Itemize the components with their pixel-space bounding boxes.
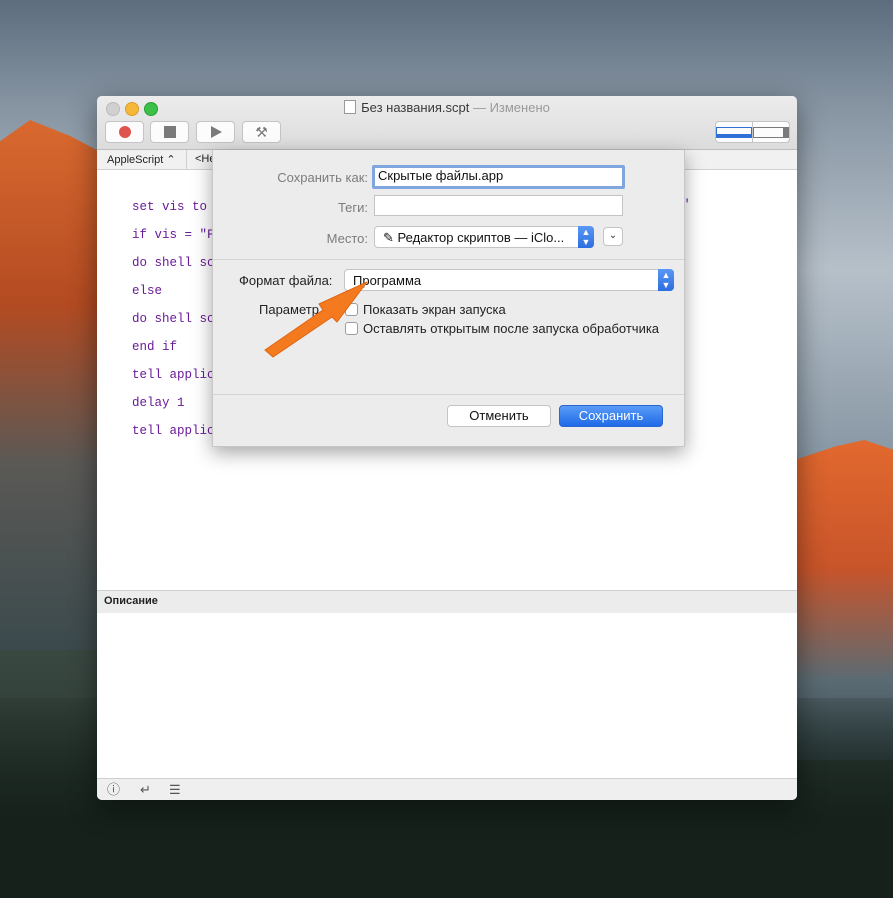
cancel-button[interactable]: Отменить bbox=[447, 405, 551, 427]
window-title: Без названия.scpt — Изменено bbox=[97, 100, 797, 115]
return-icon[interactable]: ↵ bbox=[140, 782, 151, 797]
stop-button[interactable] bbox=[150, 121, 189, 143]
view-toggle-segment bbox=[715, 121, 790, 143]
code-line-8: delay 1 bbox=[132, 396, 185, 410]
show-side-pane-button[interactable] bbox=[752, 122, 789, 142]
tags-field[interactable] bbox=[374, 195, 623, 216]
tags-label: Теги: bbox=[337, 200, 368, 215]
sheet-divider-top bbox=[213, 259, 684, 260]
bottom-bar: ⓘ ↵ ☰ bbox=[97, 778, 797, 800]
stop-icon bbox=[163, 126, 176, 138]
titlebar: Без названия.scpt — Изменено ⚒ bbox=[97, 96, 797, 150]
location-label: Место: bbox=[326, 231, 368, 246]
window-title-status: — Изменено bbox=[472, 100, 550, 115]
code-line-2: if vis = "F bbox=[132, 228, 215, 242]
chevron-updown-icon: ⌃ bbox=[166, 154, 176, 166]
annotation-arrow-shape bbox=[264, 281, 368, 358]
compile-button[interactable]: ⚒ bbox=[242, 121, 281, 143]
annotation-arrow bbox=[264, 281, 368, 358]
document-icon bbox=[344, 100, 357, 114]
show-startup-screen-label: Показать экран запуска bbox=[363, 302, 506, 317]
chevron-down-icon: ⌄ bbox=[608, 230, 618, 241]
location-value: Редактор скриптов — iClo... bbox=[397, 230, 565, 245]
save-button[interactable]: Сохранить bbox=[559, 405, 663, 427]
window-title-text: Без названия.scpt bbox=[361, 100, 470, 115]
code-line-5: do shell sc bbox=[132, 312, 215, 326]
info-icon[interactable]: ⓘ bbox=[107, 782, 120, 797]
language-label: AppleScript bbox=[107, 154, 164, 166]
expand-save-panel-button[interactable]: ⌄ bbox=[603, 227, 623, 246]
record-icon bbox=[118, 126, 131, 138]
list-icon[interactable]: ☰ bbox=[169, 782, 181, 797]
record-button[interactable] bbox=[105, 121, 144, 143]
play-icon bbox=[211, 126, 222, 138]
location-popup[interactable]: ✎ Редактор скриптов — iClo... ▲ ▼ bbox=[374, 226, 594, 248]
sheet-divider-bottom bbox=[213, 394, 684, 395]
stay-open-label: Оставлять открытым после запуска обработ… bbox=[363, 321, 660, 336]
code-line-7: tell applic bbox=[132, 368, 215, 382]
description-header-label: Описание bbox=[104, 595, 158, 607]
popup-arrows-icon: ▲ ▼ bbox=[658, 269, 674, 291]
popup-arrows-icon: ▲ ▼ bbox=[578, 226, 594, 248]
code-line-9: tell applic bbox=[132, 424, 215, 438]
hammer-icon: ⚒ bbox=[255, 124, 268, 140]
scripts-folder-icon: ✎ bbox=[383, 230, 394, 245]
file-format-popup[interactable]: Программа ▲ ▼ bbox=[344, 269, 674, 291]
run-button[interactable] bbox=[196, 121, 235, 143]
navbar-divider bbox=[186, 150, 187, 169]
show-bottom-pane-button[interactable] bbox=[716, 122, 752, 142]
code-line-4: else bbox=[132, 284, 163, 298]
code-line-3: do shell sc bbox=[132, 256, 215, 270]
side-pane-icon bbox=[753, 126, 789, 138]
bottom-pane-icon bbox=[716, 126, 752, 138]
save-as-label: Сохранить как: bbox=[277, 170, 368, 185]
code-line-1: set vis to bbox=[132, 200, 208, 214]
desktop-cliff-left bbox=[0, 120, 100, 650]
description-header: Описание bbox=[97, 590, 797, 614]
language-selector[interactable]: AppleScript ⌃ bbox=[107, 153, 176, 166]
description-area[interactable] bbox=[97, 613, 797, 778]
save-as-field[interactable]: Скрытые файлы.app bbox=[372, 165, 625, 189]
code-line-6: end if bbox=[132, 340, 178, 354]
